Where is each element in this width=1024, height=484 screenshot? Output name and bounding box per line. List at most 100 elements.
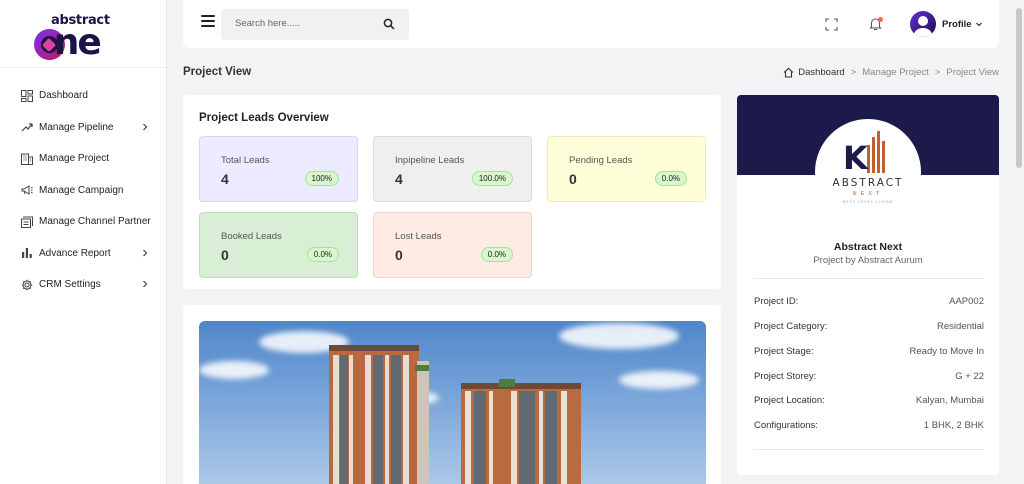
stat-badge: 0.0% [654, 171, 687, 186]
sidebar-item-label: Manage Project [39, 153, 110, 165]
stat-badge: 0.0% [306, 247, 339, 262]
info-row-project-stage: Project Stage: Ready to Move In [754, 346, 984, 357]
stat-value: 4 [395, 171, 403, 187]
info-row-project-id: Project ID: AAP002 [754, 296, 984, 307]
project-name: Abstract Next [833, 241, 903, 253]
sidebar-item-manage-project[interactable]: Manage Project [0, 143, 166, 175]
stat-badge: 100.0% [471, 171, 513, 186]
stat-label: Pending Leads [569, 155, 633, 166]
search-box [221, 9, 409, 40]
info-value: 1 BHK, 2 BHK [923, 420, 984, 431]
page-title: Project View [183, 66, 252, 78]
project-image-card [183, 305, 721, 484]
bar-chart-icon [21, 247, 33, 259]
stat-label: Total Leads [221, 155, 270, 166]
sidebar-item-label: Manage Campaign [39, 184, 124, 196]
info-key: Project Location: [754, 395, 825, 406]
stat-label: Lost Leads [395, 231, 442, 242]
project-logo: K ABSTRACT NEXT NEXT LEVEL LIVING [815, 119, 921, 225]
project-subtitle: Project by Abstract Aurum [813, 255, 923, 266]
chevron-right-icon [143, 280, 148, 288]
search-icon[interactable] [383, 18, 395, 30]
page-scrollbar[interactable] [1014, 0, 1024, 484]
info-value: G + 22 [955, 371, 984, 382]
megaphone-icon [21, 184, 33, 196]
project-details-card: K ABSTRACT NEXT NEXT LEVEL LIVING Abstra… [737, 95, 999, 475]
logo-brand-sub: NEXT [852, 191, 884, 197]
info-key: Project Stage: [754, 346, 814, 357]
sidebar-item-label: CRM Settings [39, 279, 101, 291]
sidebar-item-advance-report[interactable]: Advance Report [0, 238, 166, 270]
leads-overview-card: Project Leads Overview Total Leads 4 100… [183, 95, 721, 289]
info-row-project-category: Project Category: Residential [754, 321, 984, 332]
stat-badge: 100% [304, 171, 339, 186]
info-key: Project Storey: [754, 371, 817, 382]
sidebar-item-label: Manage Channel Partner [39, 216, 151, 228]
partner-icon [21, 216, 33, 228]
brand-logo[interactable]: abstract one [0, 0, 166, 68]
info-row-project-storey: Project Storey: G + 22 [754, 371, 984, 382]
chevron-down-icon[interactable] [975, 20, 983, 28]
breadcrumb-separator: > [850, 67, 857, 78]
sidebar-item-manage-channel-partner[interactable]: Manage Channel Partner [0, 206, 166, 238]
stat-value: 0 [395, 247, 403, 263]
stat-booked-leads[interactable]: Booked Leads 0 0.0% [199, 212, 358, 278]
sidebar-item-dashboard[interactable]: Dashboard [0, 80, 166, 112]
stat-label: Booked Leads [221, 231, 282, 242]
stat-inpipeline-leads[interactable]: Inpipeline Leads 4 100.0% [373, 136, 532, 202]
info-key: Project Category: [754, 321, 828, 332]
breadcrumb-dashboard[interactable]: Dashboard [798, 67, 844, 78]
divider [754, 449, 984, 450]
info-row-project-location: Project Location: Kalyan, Mumbai [754, 395, 984, 406]
logo-mark-k: K [843, 139, 868, 177]
search-input[interactable] [235, 18, 365, 29]
info-key: Project ID: [754, 296, 799, 307]
logo-brand-text: ABSTRACT [832, 177, 904, 189]
sidebar: abstract one Dashboard Manage Pipeline M… [0, 0, 167, 484]
logo-brand-tagline: NEXT LEVEL LIVING [842, 200, 894, 204]
divider [754, 278, 984, 279]
breadcrumb-manage-project[interactable]: Manage Project [862, 67, 929, 78]
stat-lost-leads[interactable]: Lost Leads 0 0.0% [373, 212, 532, 278]
sidebar-item-manage-pipeline[interactable]: Manage Pipeline [0, 112, 166, 144]
breadcrumb-separator: > [934, 67, 941, 78]
chevron-right-icon [143, 249, 148, 256]
overview-title: Project Leads Overview [199, 112, 329, 124]
sidebar-item-label: Advance Report [39, 247, 111, 259]
tower-bars-icon [867, 131, 885, 173]
breadcrumb-current: Project View [946, 67, 999, 78]
sidebar-item-crm-settings[interactable]: CRM Settings [0, 269, 166, 301]
stat-value: 0 [221, 247, 229, 263]
info-value: Residential [937, 321, 984, 332]
scrollbar-thumb[interactable] [1016, 8, 1022, 168]
info-value: Kalyan, Mumbai [915, 395, 984, 406]
sidebar-item-label: Manage Pipeline [39, 121, 114, 133]
stat-total-leads[interactable]: Total Leads 4 100% [199, 136, 358, 202]
info-key: Configurations: [754, 420, 818, 431]
project-image [199, 321, 706, 484]
pipeline-icon [21, 121, 33, 133]
info-row-configurations: Configurations: 1 BHK, 2 BHK [754, 420, 984, 431]
stat-badge: 0.0% [480, 247, 513, 262]
topbar: Profile [183, 0, 999, 48]
stat-value: 0 [569, 171, 577, 187]
home-icon [783, 67, 794, 78]
logo-bottom-text: one [53, 21, 102, 63]
breadcrumb: Dashboard > Manage Project > Project Vie… [783, 67, 999, 78]
chevron-right-icon [143, 123, 148, 130]
sidebar-item-manage-campaign[interactable]: Manage Campaign [0, 175, 166, 207]
building-icon [21, 153, 33, 165]
fullscreen-icon[interactable] [825, 18, 838, 31]
sidebar-nav: Dashboard Manage Pipeline Manage Project… [0, 68, 166, 301]
hamburger-menu-icon[interactable] [201, 15, 215, 27]
sidebar-item-label: Dashboard [39, 90, 88, 102]
stat-value: 4 [221, 171, 229, 187]
avatar[interactable] [910, 11, 936, 37]
stat-pending-leads[interactable]: Pending Leads 0 0.0% [547, 136, 706, 202]
info-value: Ready to Move In [909, 346, 984, 357]
info-value: AAP002 [949, 296, 984, 307]
profile-label[interactable]: Profile [942, 19, 972, 30]
dashboard-grid-icon [21, 89, 33, 102]
stat-label: Inpipeline Leads [395, 155, 465, 166]
gear-icon [21, 279, 33, 291]
